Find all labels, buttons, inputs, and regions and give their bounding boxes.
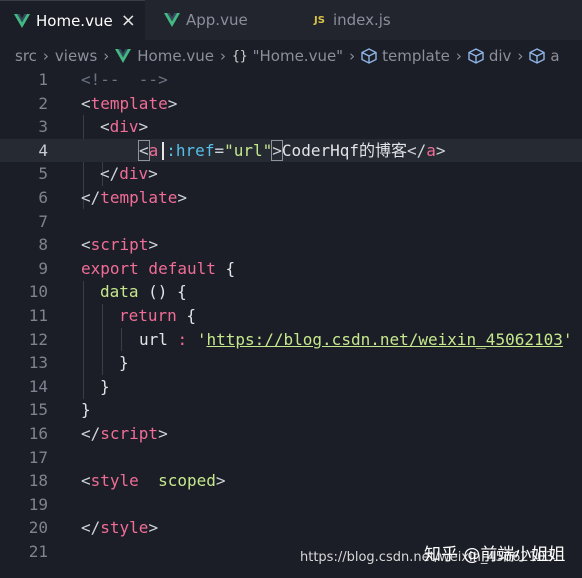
editor-tab-bar: Home.vue × App.vue JS index.js	[0, 0, 582, 40]
tab-label: index.js	[332, 11, 391, 29]
line-number: 13	[28, 353, 48, 373]
code-text: }	[100, 376, 110, 396]
chevron-right-icon: ›	[103, 47, 110, 65]
breadcrumb-item-home-vue[interactable]: Home.vue	[115, 47, 214, 65]
line-number: 19	[28, 494, 48, 514]
chevron-right-icon: ›	[42, 47, 49, 65]
vue-icon	[14, 13, 30, 28]
braces-icon: {}	[231, 48, 248, 64]
line-number: 6	[38, 188, 48, 207]
code-text: </style>	[81, 518, 159, 538]
line-number: 15	[28, 400, 48, 420]
breadcrumb-item-div[interactable]: div	[468, 47, 511, 65]
line-number: 4	[38, 140, 48, 160]
line-number: 21	[28, 542, 48, 561]
line-number: 7	[38, 211, 48, 231]
line-number: 2	[38, 93, 48, 113]
breadcrumb-item-home-vue-symbol[interactable]: {} "Home.vue"	[232, 47, 343, 65]
code-line[interactable]: 15 }	[0, 398, 582, 422]
watermark-brand: 知乎 @前端小姐姐	[424, 545, 566, 565]
line-number: 18	[28, 471, 48, 491]
line-number: 1	[38, 70, 48, 89]
code-line[interactable]: 18 <style scoped>	[0, 469, 582, 493]
code-line[interactable]: 5 </div>	[0, 162, 582, 186]
text-cursor	[162, 142, 165, 161]
chevron-right-icon: ›	[455, 47, 462, 65]
code-line[interactable]: 3 <div>	[0, 115, 582, 139]
url-link[interactable]: https://blog.csdn.net/weixin_45062103	[206, 330, 562, 349]
code-text: }	[119, 353, 129, 373]
close-icon[interactable]: ×	[121, 11, 136, 30]
vue-icon	[164, 13, 180, 27]
cube-icon	[468, 48, 484, 64]
code-line[interactable]: 14 }	[0, 375, 582, 399]
code-line-current[interactable]: 4 <a:href="url">CoderHqf的博客</a>	[0, 138, 582, 163]
line-number: 12	[28, 329, 48, 349]
line-number: 8	[38, 235, 48, 255]
tab-home-vue[interactable]: Home.vue ×	[0, 0, 145, 40]
code-text: export default {	[81, 258, 236, 278]
line-number: 16	[28, 424, 48, 443]
cube-icon	[529, 48, 546, 64]
code-editor[interactable]: 1 <!-- --> 2 <template> 3 <div> 4 <a:hre…	[0, 68, 582, 578]
code-text: <template>	[81, 93, 178, 113]
chevron-right-icon: ›	[517, 47, 524, 65]
line-number: 3	[38, 117, 48, 137]
code-text: </div>	[100, 164, 158, 184]
code-line[interactable]: 10 data () {	[0, 280, 582, 304]
chevron-right-icon: ›	[349, 47, 356, 65]
code-line[interactable]: 20 </style>	[0, 516, 582, 540]
code-text: </template>	[81, 188, 187, 207]
code-line[interactable]: 16 </script>	[0, 422, 582, 446]
code-text: <a:href="url">CoderHqf的博客</a>	[138, 139, 446, 161]
line-number: 9	[38, 258, 48, 278]
code-line[interactable]: 1 <!-- -->	[0, 68, 582, 92]
code-line[interactable]: 17	[0, 446, 582, 470]
code-line[interactable]: 9 export default {	[0, 257, 582, 281]
code-line[interactable]: 2 <template>	[0, 92, 582, 116]
tab-index-js[interactable]: JS index.js	[314, 0, 454, 40]
line-number: 14	[28, 376, 48, 396]
tab-app-vue[interactable]: App.vue	[164, 0, 299, 40]
line-number: 11	[28, 306, 48, 325]
tab-label: Home.vue	[36, 11, 113, 30]
code-text: <script>	[81, 235, 159, 255]
code-line[interactable]: 13 }	[0, 351, 582, 375]
code-line[interactable]: 8 <script>	[0, 233, 582, 257]
code-line[interactable]: 19	[0, 493, 582, 517]
breadcrumb-item-views[interactable]: views	[55, 47, 97, 65]
line-number: 10	[28, 282, 48, 302]
code-text: url : 'https://blog.csdn.net/weixin_4506…	[139, 329, 573, 349]
cube-icon	[361, 48, 377, 64]
code-text: return {	[119, 306, 197, 325]
code-text: <style scoped>	[81, 471, 226, 491]
vue-icon	[115, 49, 132, 63]
line-number: 17	[28, 447, 48, 467]
code-line[interactable]: 6 </template>	[0, 186, 582, 210]
tab-label: App.vue	[186, 11, 248, 29]
code-text: <div>	[100, 117, 149, 137]
code-text: }	[81, 400, 91, 420]
breadcrumb-item-src[interactable]: src	[15, 47, 37, 65]
breadcrumb-item-a[interactable]: a	[529, 47, 560, 65]
breadcrumb-item-template[interactable]: template	[361, 47, 450, 65]
js-icon: JS	[314, 14, 325, 26]
code-text: data () {	[100, 282, 187, 302]
line-number: 5	[38, 164, 48, 184]
line-number: 20	[28, 518, 48, 538]
code-line[interactable]: 12 url : 'https://blog.csdn.net/weixin_4…	[0, 328, 582, 352]
code-line[interactable]: 11 return {	[0, 304, 582, 328]
code-text: <!-- -->	[81, 70, 168, 89]
code-line[interactable]: 7	[0, 210, 582, 234]
code-text: </script>	[81, 424, 168, 443]
chevron-right-icon: ›	[219, 47, 226, 65]
